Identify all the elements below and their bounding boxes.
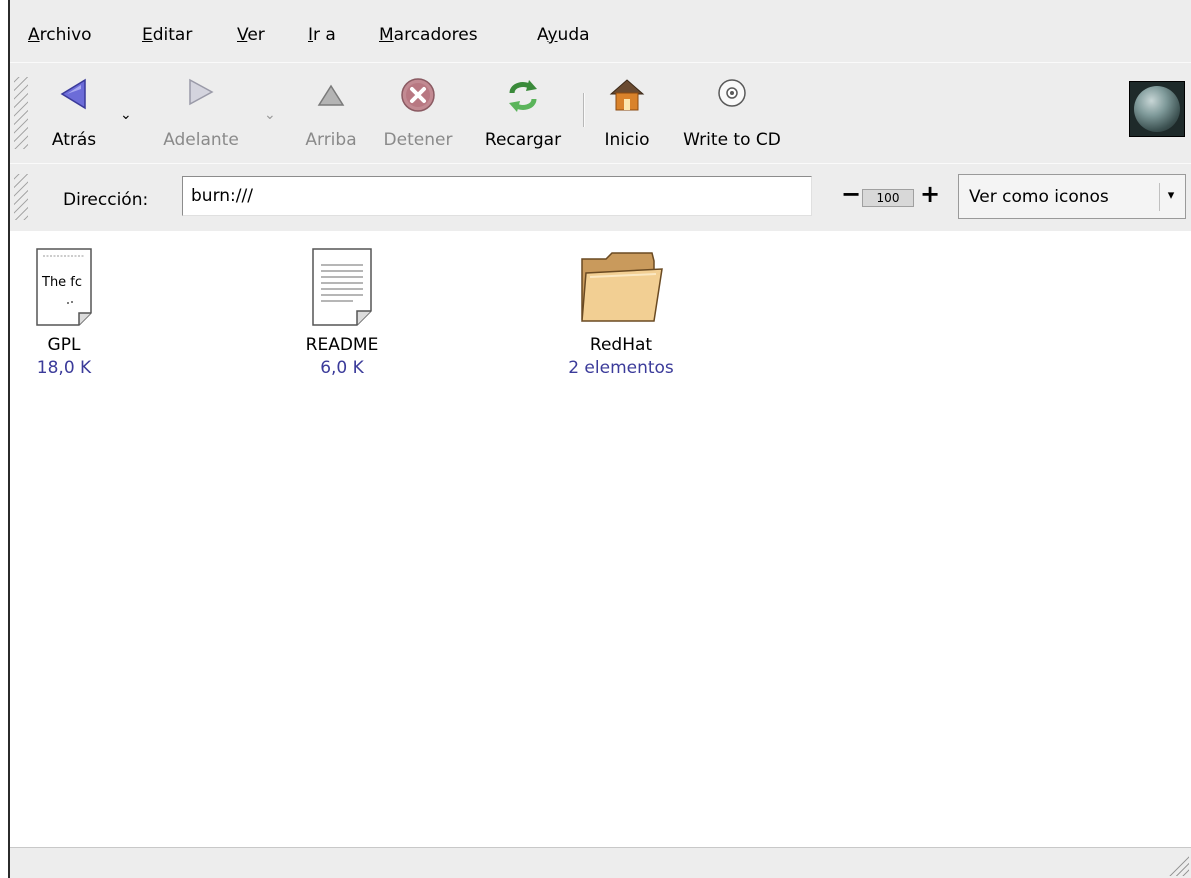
view-as-dropdown-icon: ▾ (1159, 183, 1182, 211)
up-button[interactable]: Arriba (298, 63, 364, 163)
home-button[interactable]: Inicio (594, 63, 660, 163)
svg-text:The fc: The fc (41, 275, 82, 290)
back-button[interactable]: Atrás (34, 63, 114, 163)
toolbar: Atrás ⌄ Adelante ⌄ Arriba Detener Recarg… (10, 62, 1191, 164)
stop-button[interactable]: Detener (376, 63, 460, 163)
file-view[interactable]: The fc GPL 18,0 K README 6,0 K RedHat 2 … (10, 231, 1191, 847)
location-label: Dirección: (63, 190, 149, 210)
zoom-in-button[interactable]: + (920, 182, 940, 206)
folder-icon (581, 252, 663, 322)
toolbar-grip[interactable] (14, 77, 28, 149)
menu-ver[interactable]: Ver (237, 25, 265, 45)
forward-history-dropdown-icon[interactable]: ⌄ (264, 107, 276, 123)
file-name: RedHat (589, 335, 653, 355)
view-as-label: Ver como iconos (969, 187, 1109, 207)
file-size: 6,0 K (320, 358, 364, 378)
location-bar-grip[interactable] (14, 174, 28, 220)
zoom-level[interactable]: 100 (862, 189, 914, 207)
up-arrow-icon (317, 84, 345, 106)
file-item-readme[interactable]: README 6,0 K (272, 247, 412, 378)
location-input[interactable]: burn:/// (182, 176, 812, 216)
menu-ayuda[interactable]: Ayuda (537, 25, 590, 45)
menu-marcadores[interactable]: Marcadores (379, 25, 478, 45)
file-name: README (305, 335, 379, 355)
menu-bar: Archivo Editar Ver Ir a Marcadores Ayuda (10, 0, 1191, 63)
menu-editar[interactable]: Editar (142, 25, 192, 45)
file-item-redhat[interactable]: RedHat 2 elementos (546, 247, 696, 378)
cd-icon (718, 79, 746, 107)
activity-throbber (1129, 81, 1185, 137)
view-as-select[interactable]: Ver como iconos ▾ (958, 174, 1186, 219)
menu-ir-a[interactable]: Ir a (308, 25, 336, 45)
file-size: 18,0 K (36, 358, 92, 378)
location-bar: Dirección: burn:/// − 100 + Ver como ico… (10, 163, 1191, 232)
file-name: GPL (47, 335, 81, 355)
resize-grip-icon[interactable] (1167, 854, 1189, 876)
back-history-dropdown-icon[interactable]: ⌄ (120, 107, 132, 123)
file-manager-window: Archivo Editar Ver Ir a Marcadores Ayuda… (8, 0, 1191, 878)
text-document-icon (312, 248, 372, 326)
write-to-cd-button[interactable]: Write to CD (670, 63, 794, 163)
forward-button[interactable]: Adelante (148, 63, 254, 163)
text-file-preview-icon: The fc (36, 248, 92, 326)
reload-icon (509, 80, 537, 112)
menu-archivo[interactable]: Archivo (28, 25, 92, 45)
zoom-out-button[interactable]: − (841, 182, 861, 206)
throbber-orb-icon (1134, 86, 1180, 132)
status-bar (10, 847, 1191, 878)
reload-button[interactable]: Recargar (472, 63, 574, 163)
file-item-gpl[interactable]: The fc GPL 18,0 K (14, 247, 114, 378)
forward-arrow-icon (189, 78, 214, 106)
toolbar-separator (583, 93, 585, 127)
home-icon (609, 79, 645, 111)
stop-icon (401, 78, 435, 112)
file-item-count: 2 elementos (568, 358, 674, 378)
back-arrow-icon (60, 78, 86, 110)
